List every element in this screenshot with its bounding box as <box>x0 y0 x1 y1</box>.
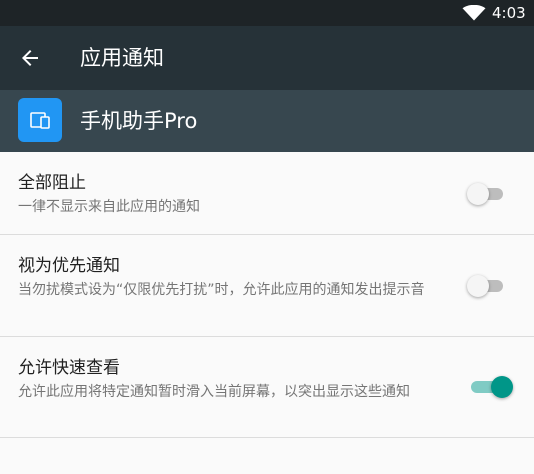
app-name: 手机助手Pro <box>80 109 198 133</box>
wifi-icon <box>462 5 486 21</box>
setting-subtitle: 允许此应用将特定通知暂时滑入当前屏幕，以突出显示这些通知 <box>18 384 410 400</box>
status-time: 4:03 <box>492 4 526 22</box>
switch-thumb <box>467 183 489 205</box>
app-header: 手机助手Pro <box>0 90 534 152</box>
divider <box>0 437 534 438</box>
peek-switch[interactable] <box>467 376 513 398</box>
setting-title: 全部阻止 <box>18 173 86 193</box>
setting-block-all[interactable]: 全部阻止 一律不显示来自此应用的通知 <box>0 152 534 235</box>
priority-switch[interactable] <box>467 275 507 297</box>
page-title: 应用通知 <box>80 46 164 70</box>
setting-subtitle: 一律不显示来自此应用的通知 <box>18 199 200 215</box>
setting-subtitle: 当勿扰模式设为“仅限优先打扰”时，允许此应用的通知发出提示音 <box>18 282 425 298</box>
status-bar: 4:03 <box>0 0 534 26</box>
device-icon <box>30 112 50 129</box>
setting-title: 允许快速查看 <box>18 358 120 378</box>
arrow-left-icon[interactable] <box>18 46 42 70</box>
phone-assistant-app-icon <box>18 98 62 142</box>
switch-thumb <box>467 275 489 297</box>
switch-thumb <box>491 376 513 398</box>
setting-priority[interactable]: 视为优先通知 当勿扰模式设为“仅限优先打扰”时，允许此应用的通知发出提示音 <box>0 235 534 337</box>
toolbar: 应用通知 <box>0 26 534 90</box>
block-all-switch[interactable] <box>467 183 507 205</box>
setting-peek[interactable]: 允许快速查看 允许此应用将特定通知暂时滑入当前屏幕，以突出显示这些通知 <box>0 337 534 438</box>
setting-title: 视为优先通知 <box>18 256 120 276</box>
